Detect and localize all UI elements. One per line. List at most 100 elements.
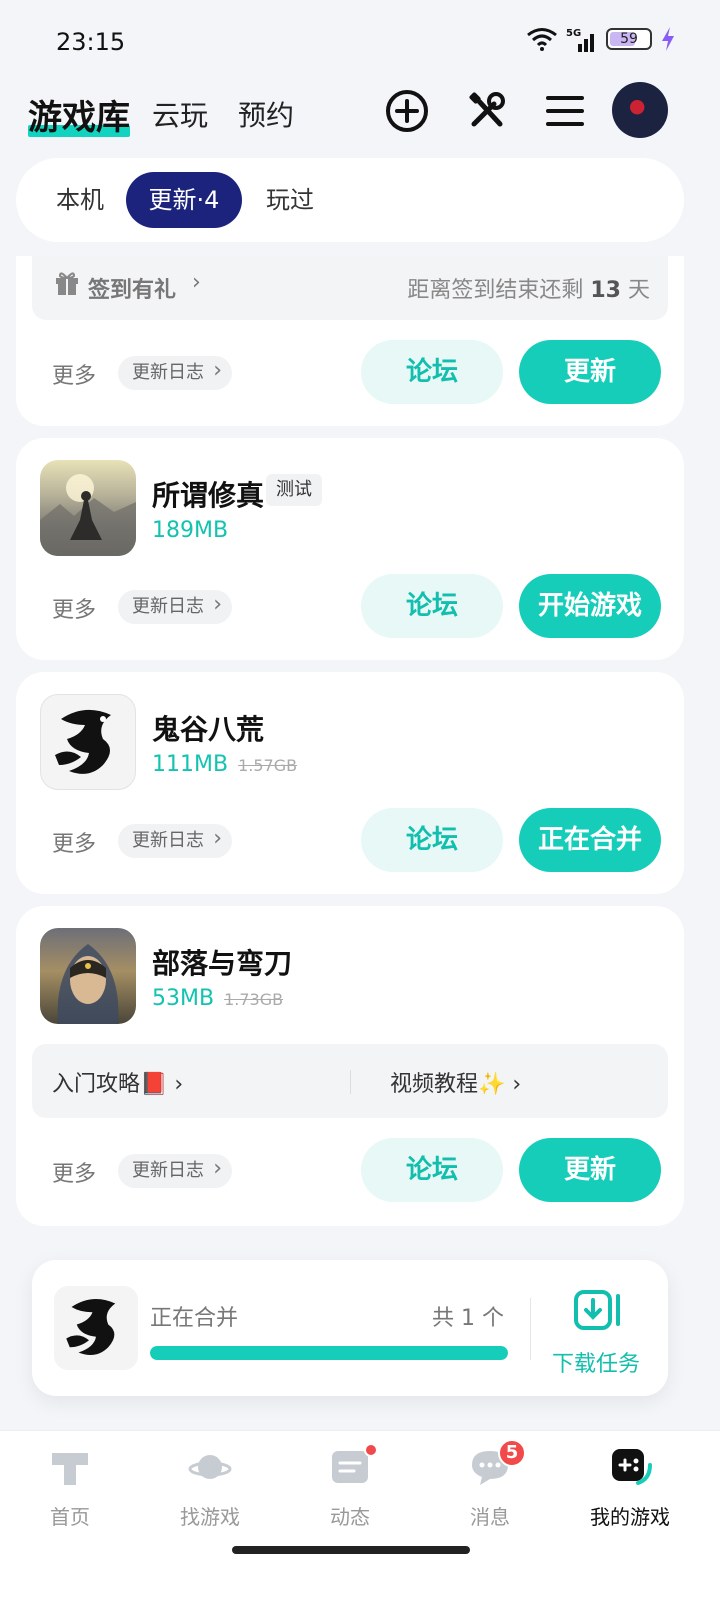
planet-icon xyxy=(188,1455,232,1479)
avatar[interactable] xyxy=(612,82,668,138)
home-icon xyxy=(52,1453,88,1485)
game-size: 111MB 1.57GB xyxy=(152,752,297,777)
video-tutorial-link[interactable]: 视频教程✨ › xyxy=(390,1066,521,1098)
nav-label: 消息 xyxy=(470,1505,510,1529)
chevron-right-icon: › xyxy=(192,270,201,295)
game-size: 189MB xyxy=(152,518,229,543)
tab-game-library[interactable]: 游戏库 xyxy=(28,90,130,139)
checkin-days: 13 xyxy=(590,278,621,303)
nav-label: 找游戏 xyxy=(180,1505,240,1529)
changelog-button[interactable]: 更新日志 xyxy=(118,354,232,390)
download-icon[interactable] xyxy=(572,1288,624,1332)
game-size: 53MB 1.73GB xyxy=(152,986,283,1011)
more-button[interactable]: 更多 xyxy=(52,592,96,624)
checkin-label: 签到有礼 xyxy=(88,278,177,303)
game-size-new: 53MB xyxy=(152,986,215,1011)
dragon-artwork xyxy=(66,1299,116,1356)
card-actions: 更多 更新日志 论坛 开始游戏 xyxy=(16,574,684,638)
card-actions: 更多 更新日志 论坛 正在合并 xyxy=(16,808,684,872)
beginner-guide-link[interactable]: 入门攻略📕 › xyxy=(52,1066,183,1098)
portrait-artwork xyxy=(57,944,119,1024)
filter-tabs: 本机 更新·4 玩过 xyxy=(16,158,684,242)
forum-button[interactable]: 论坛 xyxy=(361,808,503,872)
nav-feed[interactable]: 动态 xyxy=(280,1443,420,1530)
wifi-icon xyxy=(527,28,557,51)
game-title: 部落与弯刀 xyxy=(152,947,293,980)
checkin-countdown: 距离签到结束还剩 13 天 xyxy=(407,272,650,304)
changelog-button[interactable]: 更新日志 xyxy=(118,822,232,858)
status-bar: 23:15 5G 59 xyxy=(0,0,720,80)
game-size-old: 1.57GB xyxy=(238,756,298,775)
merging-button[interactable]: 正在合并 xyxy=(519,808,661,872)
test-badge: 测试 xyxy=(266,474,322,506)
game-thumbnail[interactable] xyxy=(40,928,136,1024)
game-thumbnail[interactable] xyxy=(40,694,136,790)
checkin-bar[interactable]: 签到有礼 › 距离签到结束还剩 13 天 xyxy=(32,256,668,320)
home-indicator xyxy=(232,1546,470,1554)
update-button[interactable]: 更新 xyxy=(519,1138,661,1202)
download-task-bar[interactable]: 正在合并 共 1 个 下载任务 xyxy=(32,1260,668,1396)
menu-icon[interactable] xyxy=(542,88,588,134)
battery-level: 59 xyxy=(620,31,638,47)
nav-label: 首页 xyxy=(50,1505,90,1529)
game-title: 所谓修真 xyxy=(152,479,265,512)
guide-bar: 入门攻略📕 › 视频教程✨ › xyxy=(32,1044,668,1118)
game-card: 签到有礼 › 距离签到结束还剩 13 天 更多 更新日志 论坛 更新 xyxy=(16,256,684,426)
nav-messages[interactable]: 5 消息 xyxy=(420,1439,560,1530)
start-game-button[interactable]: 开始游戏 xyxy=(519,574,661,638)
forum-button[interactable]: 论坛 xyxy=(361,340,503,404)
changelog-button[interactable]: 更新日志 xyxy=(118,1152,232,1188)
filter-tab-local[interactable]: 本机 xyxy=(56,172,104,228)
game-card: 部落与弯刀 53MB 1.73GB 入门攻略📕 › 视频教程✨ › 更多 更新日志… xyxy=(16,906,684,1226)
game-thumbnail xyxy=(54,1286,138,1370)
status-time: 23:15 xyxy=(56,28,126,56)
notification-dot xyxy=(364,1443,378,1457)
download-tasks-label[interactable]: 下载任务 xyxy=(552,1346,640,1378)
nav-find-games[interactable]: 找游戏 xyxy=(140,1445,280,1530)
gift-icon xyxy=(56,272,78,295)
network-label: 5G xyxy=(566,28,581,39)
game-title: 鬼谷八荒 xyxy=(152,713,265,746)
checkin-countdown-prefix: 距离签到结束还剩 xyxy=(407,278,584,303)
game-thumbnail[interactable] xyxy=(40,460,136,556)
divider xyxy=(530,1298,531,1360)
changelog-button[interactable]: 更新日志 xyxy=(118,588,232,624)
charging-bolt-icon xyxy=(662,27,674,51)
more-button[interactable]: 更多 xyxy=(52,358,96,390)
card-actions: 更多 更新日志 论坛 更新 xyxy=(16,1138,684,1202)
add-circle-icon[interactable] xyxy=(384,88,430,134)
nav-label: 我的游戏 xyxy=(590,1505,670,1529)
message-badge: 5 xyxy=(498,1439,526,1467)
battery-icon: 59 xyxy=(606,28,652,50)
download-count: 共 1 个 xyxy=(432,1306,504,1331)
download-progress-bar xyxy=(150,1346,508,1360)
game-size-new: 111MB xyxy=(152,752,229,777)
bottom-nav: 首页 找游戏 动态 5 消息 我的游戏 xyxy=(0,1430,720,1610)
game-card: 鬼谷八荒 111MB 1.57GB 更多 更新日志 论坛 正在合并 xyxy=(16,672,684,894)
forum-button[interactable]: 论坛 xyxy=(361,1138,503,1202)
game-card: 所谓修真 测试 189MB 更多 更新日志 论坛 开始游戏 xyxy=(16,438,684,660)
nav-label: 动态 xyxy=(330,1505,370,1529)
nav-my-games[interactable]: 我的游戏 xyxy=(560,1445,700,1530)
dragon-artwork xyxy=(55,709,111,774)
forum-button[interactable]: 论坛 xyxy=(361,574,503,638)
gamepad-icon xyxy=(612,1449,652,1485)
more-button[interactable]: 更多 xyxy=(52,826,96,858)
download-status: 正在合并 xyxy=(150,1306,239,1331)
tab-cloud-play[interactable]: 云玩 xyxy=(152,94,208,134)
tools-icon[interactable] xyxy=(464,88,510,134)
update-button[interactable]: 更新 xyxy=(519,340,661,404)
nav-home[interactable]: 首页 xyxy=(0,1445,140,1530)
header: 游戏库 云玩 预约 xyxy=(28,80,692,150)
more-button[interactable]: 更多 xyxy=(52,1156,96,1188)
game-size-old: 1.73GB xyxy=(224,990,284,1009)
signal-icon: 5G xyxy=(566,28,594,52)
filter-tab-updates[interactable]: 更新·4 xyxy=(126,172,242,228)
filter-tab-played[interactable]: 玩过 xyxy=(266,172,314,228)
card-actions: 更多 更新日志 论坛 更新 xyxy=(16,340,684,404)
download-progress-fill xyxy=(150,1346,508,1360)
tab-reservations[interactable]: 预约 xyxy=(238,94,294,134)
checkin-unit: 天 xyxy=(627,278,650,303)
status-icons: 5G 59 xyxy=(526,26,676,52)
divider xyxy=(350,1070,351,1094)
